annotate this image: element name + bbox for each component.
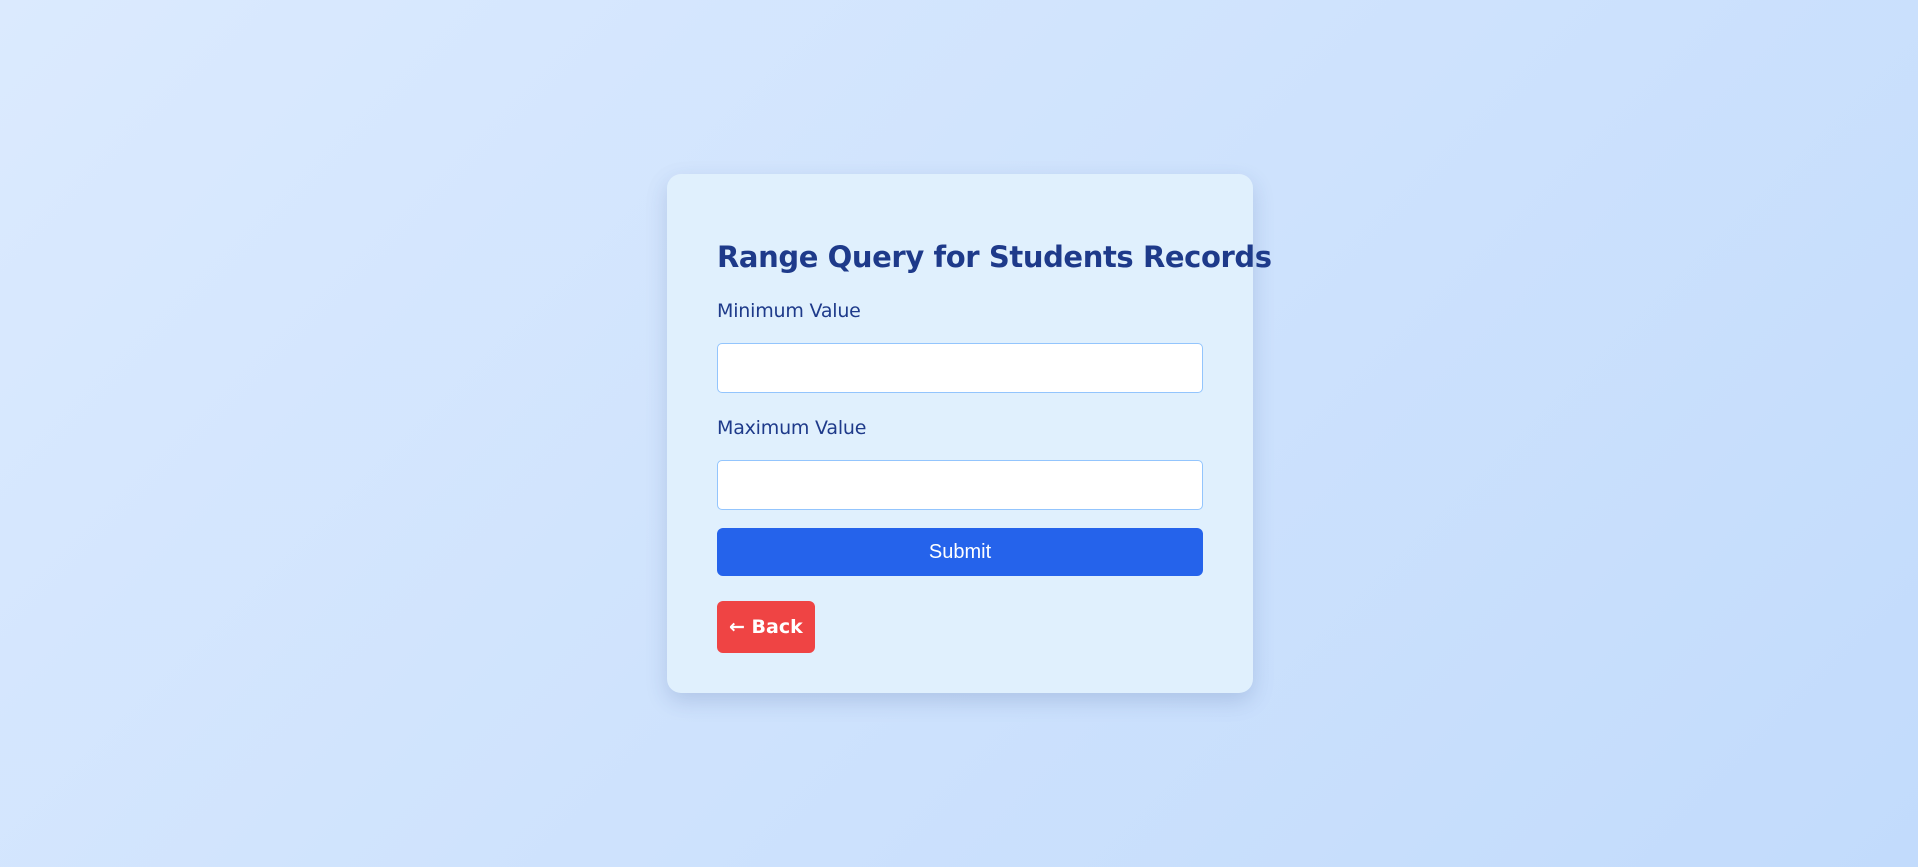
maximum-value-input[interactable]	[717, 460, 1203, 510]
minimum-value-input[interactable]	[717, 343, 1203, 393]
maximum-value-label: Maximum Value	[717, 417, 867, 439]
page-title: Range Query for Students Records	[717, 240, 1272, 274]
range-query-card: Range Query for Students Records Minimum…	[667, 174, 1272, 693]
submit-button[interactable]: Submit	[717, 528, 1203, 576]
back-button[interactable]: ← Back	[717, 601, 815, 653]
minimum-value-label: Minimum Value	[717, 300, 861, 322]
